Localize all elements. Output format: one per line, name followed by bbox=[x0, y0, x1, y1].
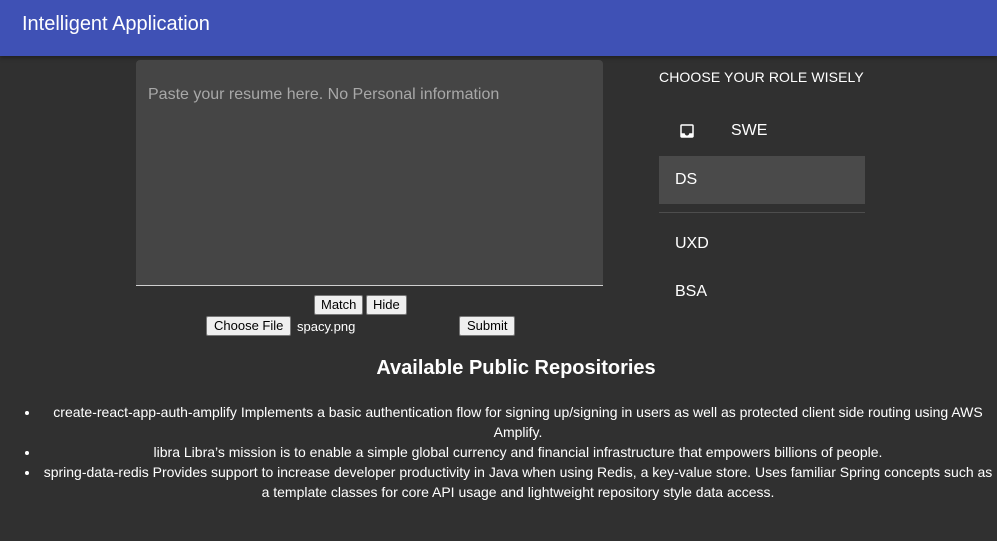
hide-button[interactable]: Hide bbox=[366, 295, 407, 315]
role-list-header: CHOOSE YOUR ROLE WISELY bbox=[659, 69, 864, 85]
resume-field[interactable] bbox=[136, 60, 603, 286]
repository-item: libra Libra’s mission is to enable a sim… bbox=[40, 442, 997, 462]
repository-list: create-react-app-auth-amplify Implements… bbox=[0, 402, 997, 502]
match-button[interactable]: Match bbox=[314, 295, 364, 315]
selected-file-name: spacy.png bbox=[297, 319, 356, 334]
choose-file-button[interactable]: Choose File bbox=[206, 316, 292, 336]
role-label-uxd: UXD bbox=[675, 235, 709, 252]
role-label-bsa: BSA bbox=[675, 283, 708, 300]
repository-item: spring-data-redis Provides support to in… bbox=[40, 462, 997, 502]
repository-item: create-react-app-auth-amplify Implements… bbox=[40, 402, 997, 442]
resume-textarea[interactable] bbox=[136, 60, 603, 285]
role-label-ds: DS bbox=[675, 171, 698, 188]
role-item-ds[interactable]: DS bbox=[659, 156, 865, 204]
role-divider bbox=[659, 212, 865, 213]
submit-button[interactable]: Submit bbox=[459, 316, 516, 336]
repositories-heading: Available Public Repositories bbox=[376, 357, 656, 379]
role-item-swe[interactable]: SWE bbox=[659, 107, 865, 155]
role-label-swe: SWE bbox=[731, 122, 768, 139]
app-bar: Intelligent Application bbox=[0, 0, 997, 56]
role-item-bsa[interactable]: BSA bbox=[659, 268, 865, 316]
inbox-icon bbox=[680, 124, 694, 138]
app-title: Intelligent Application bbox=[22, 13, 210, 35]
role-item-uxd[interactable]: UXD bbox=[659, 220, 865, 268]
